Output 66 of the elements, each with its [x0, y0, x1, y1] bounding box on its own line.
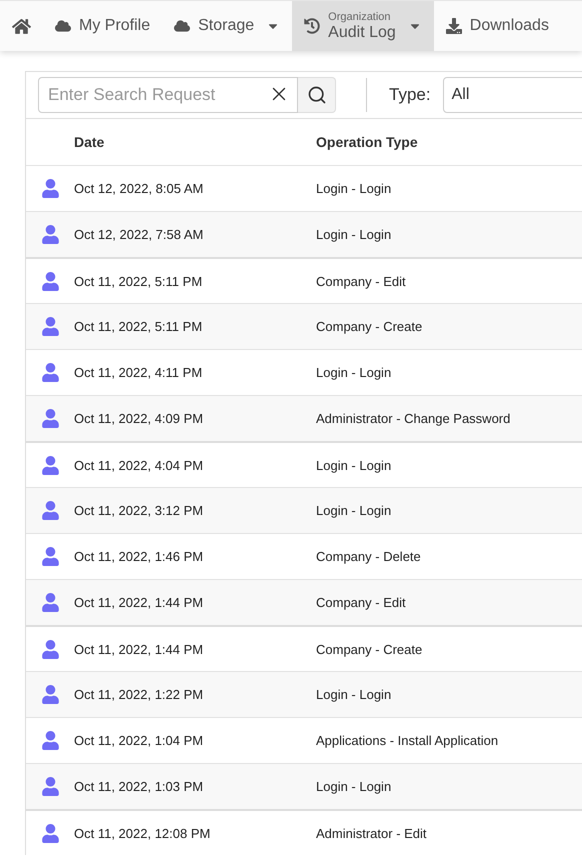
table-cell-text: Oct 11, 2022, 1:46 PM: [74, 549, 204, 564]
table-cell-text: Oct 11, 2022, 4:04 PM: [74, 458, 204, 472]
type-label: Type:: [389, 85, 431, 105]
column-header: Date: [74, 134, 106, 150]
nav-item[interactable]: Downloads: [434, 1, 561, 51]
column-header: Operation Type: [316, 134, 419, 150]
user-icon: [40, 593, 60, 612]
user-icon: [40, 777, 60, 796]
table-cell-text: Oct 11, 2022, 1:44 PM: [74, 595, 204, 610]
user-icon: [40, 409, 60, 428]
search-button[interactable]: [298, 77, 336, 113]
table-cell-text: Administrator - Change Password: [316, 411, 512, 426]
nav-label: My Profile: [79, 17, 150, 35]
table-cell-text: Company - Create: [316, 642, 424, 656]
home-icon: [12, 16, 31, 36]
search-field[interactable]: Enter Search Request: [38, 77, 298, 113]
user-icon: [40, 317, 60, 336]
table-cell-text: Login - Login: [316, 687, 392, 702]
table-cell-text: Oct 11, 2022, 4:09 PM: [74, 411, 204, 426]
table-cell-text: Oct 11, 2022, 3:12 PM: [74, 503, 204, 518]
user-icon: [40, 179, 60, 198]
user-icon: [40, 731, 60, 750]
table-cell-text: Oct 11, 2022, 4:11 PM: [74, 365, 204, 380]
table-cell-text: Login - Login: [316, 181, 392, 196]
nav-item[interactable]: My Profile: [43, 1, 162, 51]
table-cell-text: Company - Edit: [316, 595, 407, 610]
table-cell-text: Applications - Install Application: [316, 733, 500, 748]
table-cell-text: Oct 11, 2022, 5:11 PM: [74, 319, 204, 334]
table-cell-text: Company - Create: [316, 319, 424, 334]
table-cell-text: Oct 11, 2022, 1:44 PM: [74, 642, 204, 656]
nav-label: Downloads: [470, 17, 549, 35]
table-cell-text: Login - Login: [316, 227, 392, 242]
nav-label: Audit Log: [328, 24, 396, 42]
table-cell-text: Oct 11, 2022, 12:08 PM: [74, 826, 212, 840]
table-cell-text: Oct 11, 2022, 1:22 PM: [74, 687, 204, 702]
type-select[interactable]: All: [442, 77, 582, 113]
user-icon: [40, 685, 60, 704]
table-cell-text: Oct 12, 2022, 8:05 AM: [74, 181, 204, 196]
table-cell-text: Company - Edit: [316, 274, 407, 288]
table-cell-text: Login - Login: [316, 779, 392, 794]
download-icon: [446, 18, 462, 34]
user-icon: [40, 456, 60, 474]
nav-label: Storage: [198, 17, 254, 35]
table-cell-text: Login - Login: [316, 458, 392, 472]
table-cell-text: Oct 12, 2022, 7:58 AM: [74, 227, 204, 242]
user-icon: [40, 225, 60, 244]
user-icon: [40, 824, 60, 842]
cloud-icon: [174, 18, 190, 34]
user-icon: [40, 640, 60, 658]
table-cell-text: Company - Delete: [316, 549, 422, 564]
search-icon: [306, 85, 326, 105]
table-cell-text: Administrator - Edit: [316, 826, 428, 840]
nav-subtitle: Organization: [328, 10, 391, 24]
nav-item[interactable]: Organization Audit Log: [292, 1, 434, 51]
nav-item[interactable]: Storage: [162, 1, 292, 51]
table-cell-text: Oct 11, 2022, 1:04 PM: [74, 733, 204, 748]
table-cell-text: Oct 11, 2022, 5:11 PM: [74, 274, 204, 288]
user-icon: [40, 363, 60, 382]
user-icon: [40, 547, 60, 566]
cloud-icon: [55, 18, 71, 34]
user-icon: [40, 501, 60, 520]
table-cell-text: Login - Login: [316, 365, 392, 380]
history-icon: [304, 18, 320, 34]
user-icon: [40, 272, 60, 290]
table-cell-text: Oct 11, 2022, 1:03 PM: [74, 779, 204, 794]
table-cell-text: Login - Login: [316, 503, 392, 518]
